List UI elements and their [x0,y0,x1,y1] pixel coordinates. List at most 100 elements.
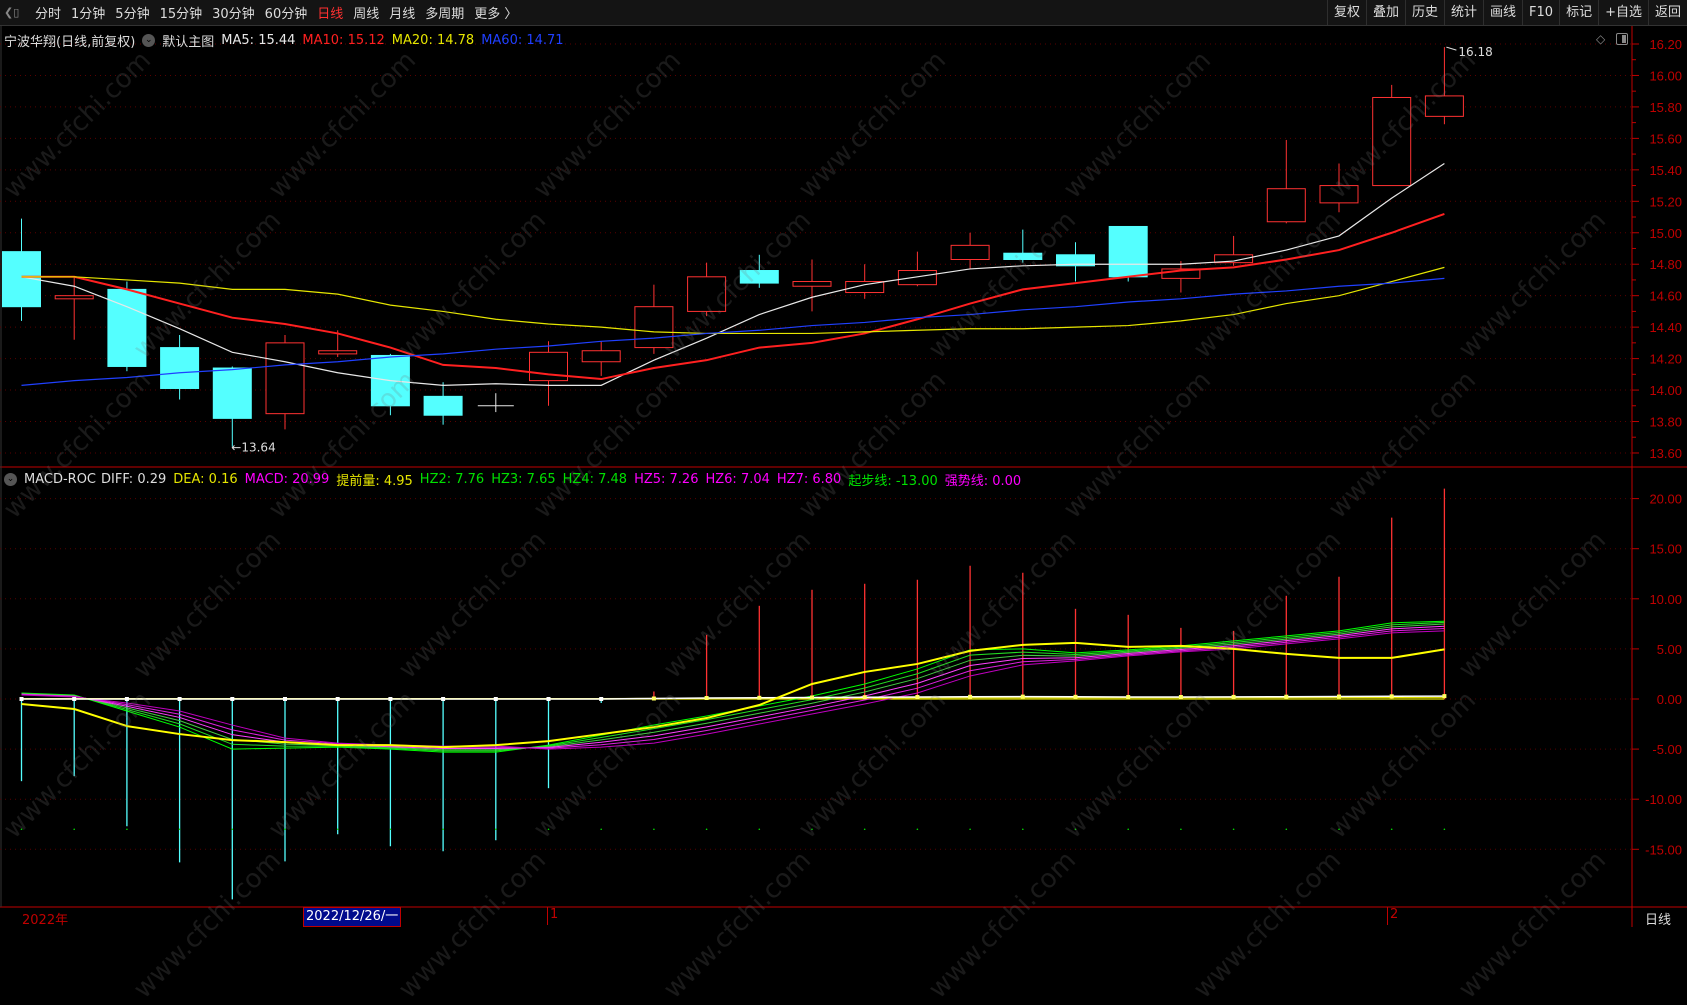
low-price-label: ←13.64 [231,441,275,455]
start-line-dot [547,828,550,831]
start-line-dot [1074,828,1077,831]
price-tick-label: 13.60 [1649,446,1682,461]
period-tab[interactable]: 分时 [30,3,66,22]
start-line-dot [1390,828,1393,831]
candle-body [739,270,779,284]
sidebar-toggle-icon[interactable]: ❮▯ [4,6,26,20]
toolbar-button[interactable]: 标记 [1559,0,1598,25]
toolbar-button[interactable]: 叠加 [1365,0,1405,25]
candle-body [160,347,200,389]
ma20-line [21,266,1445,335]
diff-marker [1231,694,1236,699]
candle-body [1108,225,1148,278]
ma60-line [21,277,1445,386]
start-line-dot [1338,828,1340,831]
toolbar-button[interactable]: 统计 [1444,0,1483,25]
ma5-value: MA5: 15.44 [221,33,296,48]
price-header: 宁波华翔(日线,前复权) ⌄ 默认主图 MA5: 15.44 MA10: 15.… [4,31,564,50]
start-line-dot [1443,828,1446,831]
candle-body [1003,252,1043,261]
period-tab[interactable]: 日线 [312,3,348,22]
price-tick-label: 15.20 [1649,194,1682,209]
period-tab[interactable]: 60分钟 [260,3,313,22]
diff-marker [124,697,129,701]
price-tick-label: 15.40 [1649,163,1682,178]
year-label: 2022年 [22,913,69,928]
macd-tick-label: -15.00 [1645,842,1682,857]
indicator-header: ⌄ MACD-ROC DIFF: 0.29 DEA: 0.16 MACD: 20… [4,470,1021,489]
diff-marker [493,697,498,701]
macd-panel[interactable] [19,488,1447,900]
candle-body [212,367,252,419]
price-tick-label: 15.00 [1649,226,1682,241]
toolbar-button[interactable]: F10 [1522,0,1559,25]
diff-marker [1126,694,1131,699]
indicator-name[interactable]: MACD-ROC [24,472,96,487]
toolbar-button[interactable]: +自选 [1598,0,1648,25]
diamond-icon[interactable]: ◇ [1596,32,1605,46]
diff-marker [757,695,762,700]
diff-marker [230,697,235,701]
start-line-dot [1285,828,1288,831]
diff-marker [335,697,340,701]
diff-marker [651,696,656,701]
diff-marker [1073,694,1078,699]
period-tab[interactable]: 月线 [384,3,420,22]
ma5-line [21,163,1445,386]
diff-marker [1337,694,1341,699]
toolbar-button[interactable]: 复权 [1326,0,1366,25]
start-line-dot [73,828,75,831]
diff-marker [1178,694,1183,699]
month-label-1: 1 [547,907,558,925]
toolbar-button[interactable]: 画线 [1483,0,1522,25]
diff-marker [1284,694,1289,699]
hz7-value: HZ7: 6.80 [776,472,842,487]
macd-tick-label: -10.00 [1645,792,1682,807]
qibu-value: 起步线: -13.00 [848,474,938,489]
price-axis: 16.20 16.00 15.80 15.60 15.40 15.20 15.00 14.80… [1632,37,1682,857]
diff-marker [72,697,77,701]
diff-marker [283,697,287,701]
diff-marker [19,697,24,701]
price-tick-label: 15.80 [1649,100,1682,115]
start-line-dot [811,828,813,831]
price-panel[interactable]: 16.18 ←13.64 [2,45,1493,455]
period-tab[interactable]: 1分钟 [66,3,110,22]
start-line-dot [231,828,234,831]
price-tick-label: 14.40 [1649,320,1682,335]
diff-value: DIFF: 0.29 [101,472,167,487]
period-tab[interactable]: 15分钟 [155,3,208,22]
candle-body [423,395,463,416]
hz2-value: HZ2: 7.76 [419,472,485,487]
period-tab[interactable]: 多周期 [420,3,469,22]
candle-body [950,244,990,261]
period-tab[interactable]: 5分钟 [110,3,154,22]
toolbar-button[interactable]: 历史 [1404,0,1444,25]
period-indicator[interactable]: 日线 [1645,909,1671,928]
price-tick-label: 15.60 [1649,131,1682,146]
start-line-dot [336,828,339,831]
top-toolbar: ❮▯ 分时 1分钟 5分钟 15分钟 30分钟 60分钟 日线 周线 月线 多周期 更多 〉 复权叠… [0,0,1687,26]
period-tab[interactable]: 周线 [348,3,384,22]
diff-marker [177,697,182,701]
candle-body [318,350,358,355]
period-tabs: 分时 1分钟 5分钟 15分钟 30分钟 60分钟 日线 周线 月线 多周期 更多 〉 [30,3,522,22]
candle-body [1372,96,1412,187]
chevron-down-icon[interactable]: ⌄ [142,34,156,47]
hz4-value: HZ4: 7.48 [562,472,628,487]
period-tab[interactable]: 更多 〉 [469,3,522,22]
candle-body [634,306,674,349]
chevron-down-icon[interactable]: ⌄ [4,473,17,486]
start-line-dot [495,828,497,831]
diff-marker [388,697,393,701]
start-line-dot [178,828,181,831]
panel-toggle-icon[interactable] [1616,33,1628,45]
diff-marker [862,695,867,700]
chart-canvas[interactable]: 16.18←13.64 16.2016.0015.8015.6015.4015.… [0,0,1687,927]
start-line-dot [758,828,761,831]
stock-title[interactable]: 宁波华翔(日线,前复权) [4,31,135,50]
chart-template[interactable]: 默认主图 [162,31,214,50]
price-tick-label: 14.20 [1649,352,1682,367]
period-tab[interactable]: 30分钟 [207,3,260,22]
toolbar-button[interactable]: 返回 [1647,0,1687,25]
